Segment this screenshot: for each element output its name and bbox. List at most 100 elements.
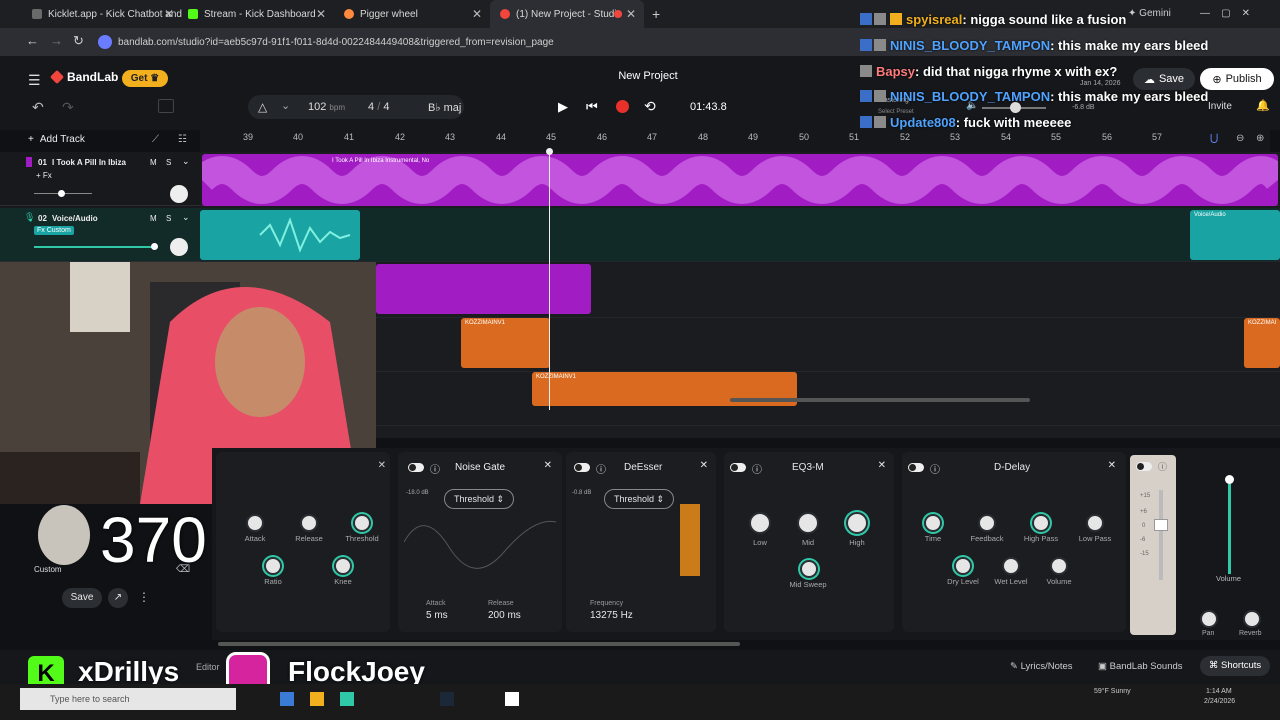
taskbar-search-field[interactable]: Type here to search — [20, 688, 236, 710]
zoom-in-icon[interactable]: ⊕ — [1256, 133, 1264, 144]
taskbar-app-icon[interactable] — [340, 692, 354, 706]
low-pass-knob[interactable] — [1086, 514, 1104, 532]
shortcuts-button[interactable]: ⌘ Shortcuts — [1200, 656, 1270, 676]
volume-fader-handle[interactable] — [1225, 475, 1234, 484]
reverb-knob[interactable] — [1243, 610, 1261, 628]
mixer-icon[interactable] — [158, 99, 174, 113]
playhead[interactable] — [549, 152, 550, 410]
site-info-icon[interactable] — [98, 35, 112, 49]
release-knob[interactable] — [300, 514, 318, 532]
close-tab-icon[interactable]: ✕ — [472, 7, 482, 21]
time-knob[interactable] — [924, 514, 942, 532]
frequency-band[interactable] — [680, 504, 700, 576]
track-lane-1[interactable]: I Took A Pill In Ibiza Instrumental, No — [200, 152, 1280, 206]
pan-knob[interactable] — [1200, 610, 1218, 628]
track-volume-knob[interactable] — [58, 190, 65, 197]
low-knob[interactable] — [749, 512, 771, 534]
close-tab-icon[interactable]: ✕ — [626, 7, 636, 21]
taskbar-app-icon[interactable] — [505, 692, 519, 706]
bypass-toggle[interactable] — [730, 463, 746, 472]
solo-button[interactable]: S — [166, 158, 171, 167]
frequency-value[interactable]: 13275 Hz — [590, 610, 633, 621]
solo-button[interactable]: S — [166, 214, 171, 223]
bandlab-logo[interactable]: BandLab — [49, 69, 118, 85]
audio-region[interactable] — [200, 210, 360, 260]
play-icon[interactable]: ▶ — [558, 99, 568, 115]
high-knob[interactable] — [846, 512, 868, 534]
param-selector[interactable]: Threshold ⇕ — [604, 489, 674, 509]
bandlab-sounds-button[interactable]: ▣ BandLab Sounds — [1098, 661, 1183, 672]
get-membership-button[interactable]: Get ♛ — [122, 70, 168, 87]
magnet-icon[interactable]: ⋃ — [1210, 133, 1218, 144]
audio-region[interactable]: KOZZIMAI — [1244, 318, 1280, 368]
bypass-toggle[interactable] — [574, 463, 590, 472]
time-signature[interactable]: 4 / 4 — [368, 101, 389, 113]
close-icon[interactable]: ✕ — [700, 460, 708, 471]
skip-back-icon[interactable]: ⏮ — [586, 99, 598, 115]
ratio-knob[interactable] — [264, 557, 282, 575]
knee-knob[interactable] — [334, 557, 352, 575]
close-icon[interactable]: ✕ — [378, 460, 386, 471]
attack-value[interactable]: 5 ms — [426, 610, 448, 621]
track-header-2[interactable]: 🎙 02 Voice/Audio M S ⌄ Fx Custom — [0, 208, 200, 262]
url-field[interactable]: bandlab.com/studio?id=aeb5c97d-91f1-f011… — [98, 33, 858, 51]
track-pan-knob[interactable] — [170, 185, 188, 203]
project-title[interactable]: New Project — [560, 70, 736, 82]
bpm-value[interactable]: 102 bpm — [308, 101, 345, 113]
high-pass-knob[interactable] — [1032, 514, 1050, 532]
dry-level-knob[interactable] — [954, 557, 972, 575]
browser-tab[interactable]: Kicklet.app - Kick Chatbot and ✕ — [22, 0, 182, 28]
release-value[interactable]: 200 ms — [488, 610, 521, 621]
redo-icon[interactable]: ↷ — [62, 99, 74, 116]
threshold-knob[interactable] — [353, 514, 371, 532]
feedback-knob[interactable] — [978, 514, 996, 532]
gain-slider-handle[interactable] — [1154, 519, 1168, 531]
track-pan-knob[interactable] — [170, 238, 188, 256]
info-icon[interactable]: ⓘ — [430, 461, 440, 476]
info-icon[interactable]: ⓘ — [930, 461, 940, 476]
close-icon[interactable]: ✕ — [544, 460, 552, 471]
undo-icon[interactable]: ↶ — [32, 99, 44, 116]
gain-slider-track[interactable] — [1159, 490, 1163, 580]
chevron-down-icon[interactable]: ⌄ — [182, 156, 190, 167]
taskbar-app-icon[interactable] — [310, 692, 324, 706]
audio-region[interactable] — [376, 264, 591, 314]
reload-icon[interactable]: ↻ — [73, 33, 84, 49]
chevron-down-icon[interactable]: ⌄ — [182, 212, 190, 223]
metronome-icon[interactable]: △ — [258, 100, 267, 114]
taskbar-app-icon[interactable] — [280, 692, 294, 706]
close-tab-icon[interactable]: ✕ — [164, 7, 174, 21]
clock-time[interactable]: 1:14 AM — [1206, 688, 1232, 695]
fx-save-button[interactable]: Save — [62, 588, 102, 608]
fx-scrollbar[interactable] — [218, 642, 740, 646]
zoom-out-icon[interactable]: ⊖ — [1236, 133, 1244, 144]
track-volume-slider[interactable] — [34, 246, 154, 248]
loop-icon[interactable]: ⟲ — [644, 98, 656, 115]
share-icon[interactable]: ↗ — [108, 588, 128, 608]
playhead-handle[interactable] — [546, 148, 553, 155]
menu-icon[interactable]: ☰ — [28, 72, 41, 89]
audio-region[interactable]: I Took A Pill In Ibiza Instrumental, No — [202, 154, 1278, 206]
mute-button[interactable]: M — [150, 158, 157, 167]
bypass-toggle[interactable] — [908, 463, 924, 472]
mid-knob[interactable] — [797, 512, 819, 534]
back-icon[interactable]: ← — [26, 33, 39, 48]
steam-icon[interactable] — [440, 692, 454, 706]
bypass-toggle[interactable] — [1136, 462, 1152, 471]
info-icon[interactable]: ⓘ — [1158, 460, 1167, 473]
close-tab-icon[interactable]: ✕ — [316, 7, 326, 21]
audio-region[interactable]: KOZZIMAINV1 — [461, 318, 550, 368]
track-lane-2[interactable]: Voice/Audio — [200, 208, 1280, 262]
add-fx-button[interactable]: + Fx — [36, 171, 52, 180]
weather-widget[interactable]: 59°F Sunny — [1094, 688, 1131, 695]
add-track-button[interactable]: + Add Track — [28, 134, 85, 145]
mid-sweep-knob[interactable] — [800, 560, 818, 578]
info-icon[interactable]: ⓘ — [752, 461, 762, 476]
close-icon[interactable]: ✕ — [878, 460, 886, 471]
browser-tab[interactable]: Pigger wheel ✕ — [334, 0, 490, 28]
bypass-toggle[interactable] — [408, 463, 424, 472]
wet-level-knob[interactable] — [1002, 557, 1020, 575]
wand-icon[interactable]: ⟋ — [152, 134, 159, 145]
timeline-ruler[interactable]: 39 40 41 42 43 44 45 46 47 48 49 50 51 5… — [200, 130, 1270, 152]
fx-preset-badge[interactable]: Fx Custom — [34, 226, 74, 235]
